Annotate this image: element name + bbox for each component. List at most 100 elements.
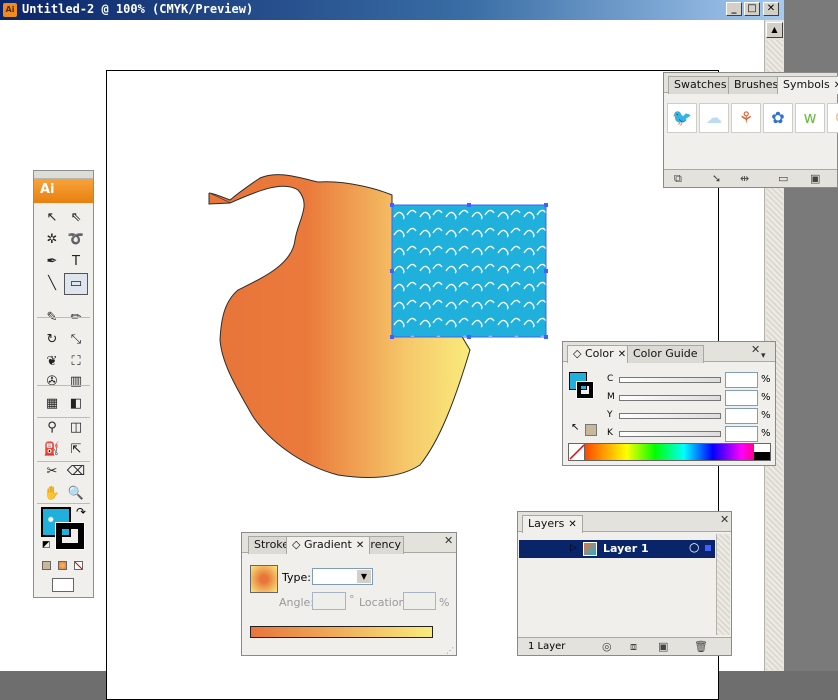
white-swatch[interactable] — [754, 444, 770, 452]
panel-close-icon[interactable]: ✕ — [444, 534, 453, 547]
lasso-tool[interactable]: ➰ — [64, 229, 88, 251]
eraser-tool[interactable]: ⌫ — [64, 461, 88, 483]
warp-tool[interactable]: ❦ — [40, 351, 64, 373]
symbol-sprayer-tool[interactable]: ✇ — [40, 371, 64, 393]
wave-pattern-square[interactable] — [391, 204, 547, 338]
maximize-button[interactable]: □ — [744, 2, 760, 16]
panel-close-icon[interactable]: ✕ — [720, 513, 729, 526]
color-stroke-swatch[interactable] — [576, 381, 594, 399]
magic-wand-tool[interactable]: ✲ — [40, 229, 64, 251]
scale-tool[interactable]: ⤡ — [64, 329, 88, 351]
hand-tool[interactable]: ✋ — [40, 483, 64, 505]
eyedropper-tool[interactable]: ⚲ — [40, 417, 64, 439]
minimize-button[interactable]: _ — [726, 2, 742, 16]
chevron-down-icon[interactable]: ▼ — [357, 570, 371, 583]
pen-tool[interactable]: ✒ — [40, 251, 64, 273]
close-tab-icon[interactable]: ✕ — [618, 349, 626, 360]
selection-indicator[interactable] — [705, 545, 711, 551]
gradient-type-dropdown[interactable]: ▼ — [312, 568, 373, 585]
symbol-options-icon[interactable]: ▭ — [778, 172, 788, 185]
rectangle-tool[interactable]: ▭ — [64, 273, 88, 295]
zoom-tool[interactable]: 🔍 — [64, 483, 88, 505]
swap-fill-stroke-icon[interactable]: ↷ — [76, 505, 86, 519]
channel-slider[interactable] — [619, 413, 721, 419]
symbol-libraries-icon[interactable]: ⧉ — [674, 172, 682, 186]
new-symbol-icon[interactable]: ▣ — [810, 172, 820, 185]
grass-symbol[interactable]: ᴡ — [795, 103, 825, 133]
flower-symbol[interactable]: ⚘ — [731, 103, 761, 133]
close-tab-icon[interactable]: ✕ — [356, 540, 364, 551]
puff-symbol[interactable]: ❂ — [827, 103, 838, 133]
resize-grip-icon[interactable]: ⋰ — [446, 646, 454, 655]
tab-symbols[interactable]: Symbols ✕ — [777, 76, 838, 94]
symbols-panel-header[interactable]: Swatches Brushes Symbols ✕ — [664, 73, 838, 94]
place-symbol-icon[interactable]: ➘ — [712, 172, 721, 185]
free-transform-tool[interactable]: ⛶ — [64, 351, 88, 373]
tab-gradient[interactable]: ◇ Gradient ✕ — [286, 536, 371, 554]
default-fill-stroke-icon[interactable]: ◩ — [42, 540, 51, 550]
selection-tool[interactable]: ↖ — [40, 207, 64, 229]
break-link-icon[interactable]: ⇹ — [740, 172, 749, 185]
live-paint-selection-tool[interactable]: ⇱ — [64, 439, 88, 461]
channel-slider[interactable] — [619, 377, 721, 383]
gradient-ramp-slider[interactable] — [250, 626, 433, 638]
blend-tool[interactable]: ◫ — [64, 417, 88, 439]
pencil-tool[interactable]: ✏ — [64, 307, 88, 329]
channel-value-input[interactable] — [725, 372, 758, 388]
channel-slider[interactable] — [619, 431, 721, 437]
color-spectrum-bar[interactable] — [568, 443, 771, 461]
rotate-tool[interactable]: ↻ — [40, 329, 64, 351]
scroll-up-arrow-icon[interactable]: ▲ — [766, 22, 783, 38]
tab-layers[interactable]: Layers ✕ — [522, 515, 583, 533]
tab-color[interactable]: ◇ Color ✕ — [567, 345, 633, 363]
last-color-swatch[interactable] — [585, 424, 597, 436]
channel-value-input[interactable] — [725, 426, 758, 442]
panel-grip[interactable] — [34, 171, 93, 179]
new-layer-icon[interactable]: ▣ — [658, 640, 668, 653]
new-sublayer-icon[interactable]: ⧈ — [630, 640, 637, 654]
gradient-mode-icon[interactable] — [58, 561, 67, 570]
close-button[interactable]: ✕ — [763, 2, 779, 16]
window-title-bar[interactable]: Ai Untitled-2 @ 100% (CMYK/Preview) _ □ … — [0, 0, 784, 20]
color-mode-icon[interactable] — [42, 561, 51, 570]
line-segment-tool[interactable]: ╲ — [40, 273, 64, 295]
screen-mode-icon[interactable] — [52, 578, 74, 592]
panel-close-icon[interactable]: ✕ — [751, 343, 760, 356]
make-clipping-mask-icon[interactable]: ◎ — [602, 640, 612, 653]
angle-field[interactable] — [312, 592, 346, 610]
tab-color-guide[interactable]: Color Guide — [627, 345, 704, 363]
none-mode-icon[interactable] — [74, 561, 83, 570]
channel-value-input[interactable] — [725, 390, 758, 406]
stroke-swatch[interactable] — [55, 522, 85, 550]
target-circle-icon[interactable]: ○ — [689, 540, 699, 554]
delete-layer-icon[interactable]: 🗑 — [694, 640, 708, 653]
column-graph-tool[interactable]: ▥ — [64, 371, 88, 393]
panel-menu-icon[interactable]: ▾ — [761, 351, 766, 361]
gradient-panel-header[interactable]: Stroke Transparency ◇ Gradient✕ ✕ — [242, 533, 456, 554]
channel-slider[interactable] — [619, 395, 721, 401]
blue-flower-symbol[interactable]: ✿ — [763, 103, 793, 133]
close-tab-icon[interactable]: ✕ — [834, 80, 838, 91]
channel-value-input[interactable] — [725, 408, 758, 424]
bird-symbol[interactable]: 🐦 — [667, 103, 697, 133]
type-tool[interactable]: T — [64, 251, 88, 273]
layers-panel-header[interactable]: Layers ✕ ✕ — [518, 512, 731, 533]
gradient-tool[interactable]: ◧ — [64, 393, 88, 415]
cloud-symbol[interactable]: ☁ — [699, 103, 729, 133]
location-field[interactable] — [403, 592, 436, 610]
paintbrush-tool[interactable]: ✎ — [40, 307, 64, 329]
mesh-tool[interactable]: ▦ — [40, 393, 64, 415]
layers-scrollbar[interactable] — [716, 534, 730, 635]
none-color-icon[interactable] — [569, 444, 585, 460]
slice-tool[interactable]: ✂ — [40, 461, 64, 483]
black-swatch[interactable] — [754, 452, 770, 460]
close-tab-icon[interactable]: ✕ — [568, 519, 576, 530]
direct-selection-tool[interactable]: ⇖ — [64, 207, 88, 229]
color-panel-header[interactable]: ◇ Color ✕ Color Guide ✕ ▾ — [563, 342, 775, 363]
live-paint-bucket-tool[interactable]: ⛽ — [40, 439, 64, 461]
tab-swatches[interactable]: Swatches — [668, 76, 733, 94]
expand-layer-icon[interactable]: ▷ — [570, 543, 577, 553]
tab-brushes[interactable]: Brushes — [728, 76, 785, 94]
layer-row[interactable]: Layer 1 ○ — [519, 540, 715, 558]
layer-name[interactable]: Layer 1 — [603, 542, 649, 555]
